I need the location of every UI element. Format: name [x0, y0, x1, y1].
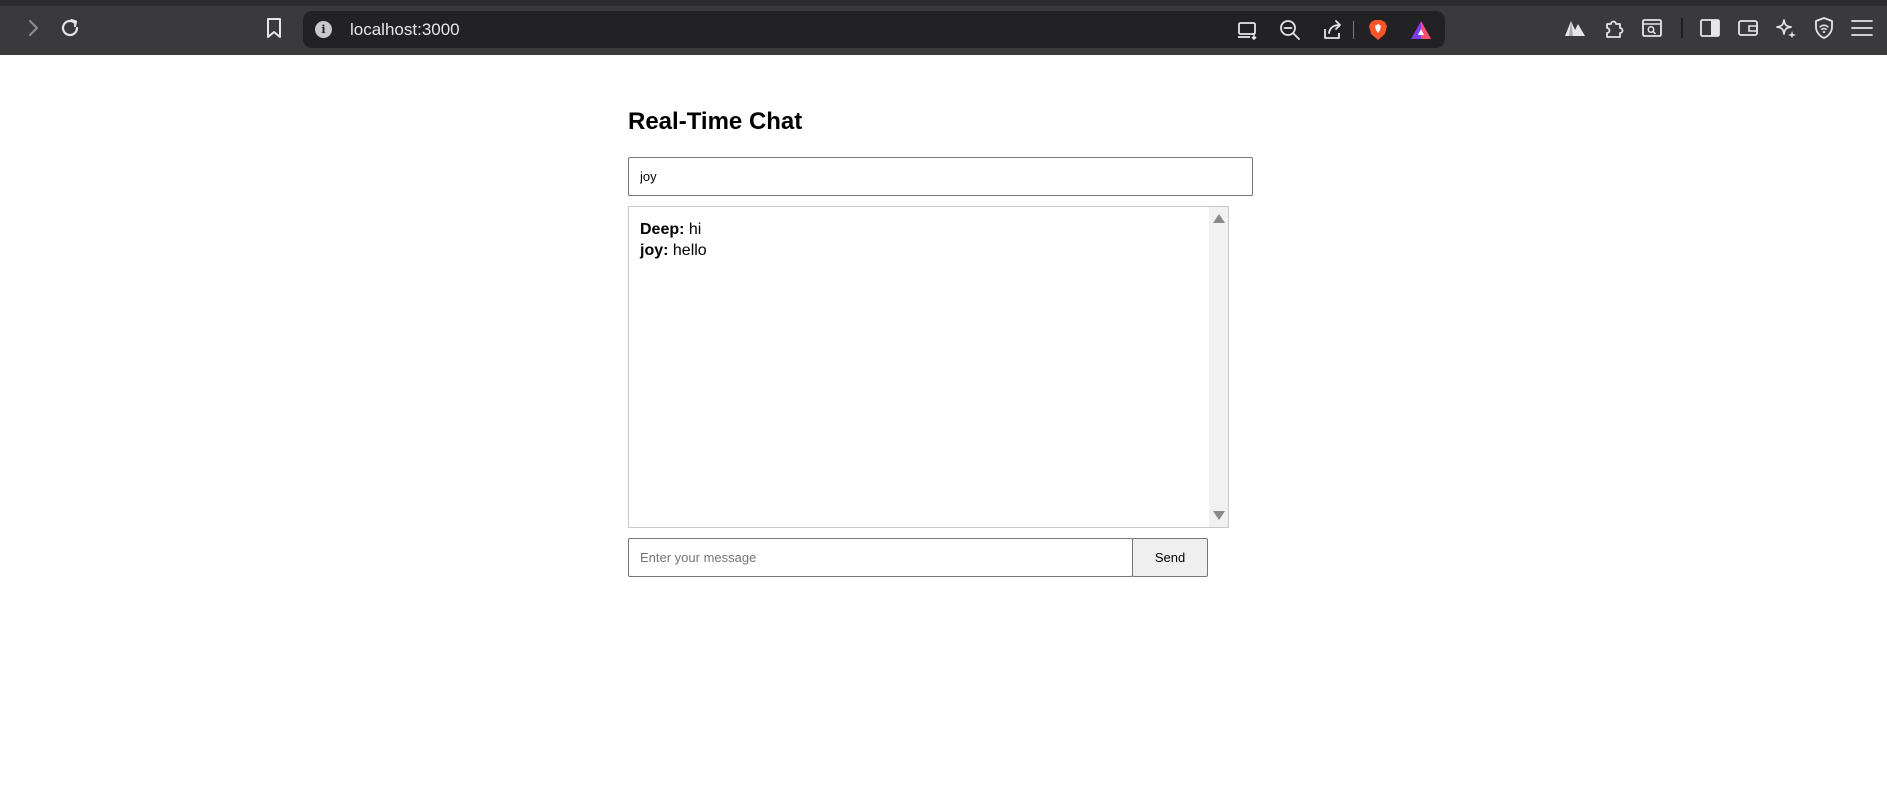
url-text[interactable]: localhost:3000: [350, 20, 460, 40]
scroll-down-arrow-icon[interactable]: [1213, 511, 1225, 520]
leo-icon[interactable]: [1563, 16, 1587, 40]
cast-icon[interactable]: [1237, 19, 1259, 41]
screenshot-icon[interactable]: [1640, 16, 1664, 40]
forward-icon[interactable]: [19, 14, 47, 42]
zoom-out-icon[interactable]: [1279, 19, 1301, 41]
message-username: joy:: [640, 242, 669, 259]
wallet-icon[interactable]: [1736, 16, 1760, 40]
page-title: Real-Time Chat: [628, 108, 803, 135]
brave-shields-icon[interactable]: [1367, 19, 1389, 41]
messages-box[interactable]: Deep: hi joy: hello: [628, 206, 1229, 528]
ai-sparkle-icon[interactable]: [1774, 16, 1798, 40]
bookmark-icon[interactable]: [260, 14, 288, 42]
url-divider: [1353, 21, 1354, 39]
message-username: Deep:: [640, 221, 685, 238]
username-input[interactable]: [628, 157, 1253, 196]
message-item: joy: hello: [640, 240, 707, 261]
message-text: hello: [668, 242, 707, 259]
extensions-icon[interactable]: [1602, 16, 1626, 40]
send-button[interactable]: Send: [1132, 538, 1208, 577]
site-info-icon[interactable]: i: [315, 21, 332, 38]
message-item: Deep: hi: [640, 219, 707, 240]
message-input[interactable]: [628, 538, 1133, 577]
toolbar-divider: [1681, 18, 1683, 38]
scroll-up-arrow-icon[interactable]: [1213, 214, 1225, 223]
share-icon[interactable]: [1322, 19, 1344, 41]
message-text: hi: [684, 221, 702, 238]
vpn-icon[interactable]: [1812, 16, 1836, 40]
reload-icon[interactable]: [56, 14, 84, 42]
sidebar-icon[interactable]: [1698, 16, 1722, 40]
brave-rewards-icon[interactable]: [1410, 19, 1432, 41]
menu-icon[interactable]: [1850, 16, 1874, 40]
browser-toolbar: i localhost:3000: [0, 0, 1887, 55]
vertical-scrollbar[interactable]: [1209, 207, 1228, 527]
tab-strip: [0, 0, 1887, 6]
address-bar[interactable]: i localhost:3000: [303, 11, 1445, 48]
message-list: Deep: hi joy: hello: [640, 219, 707, 261]
